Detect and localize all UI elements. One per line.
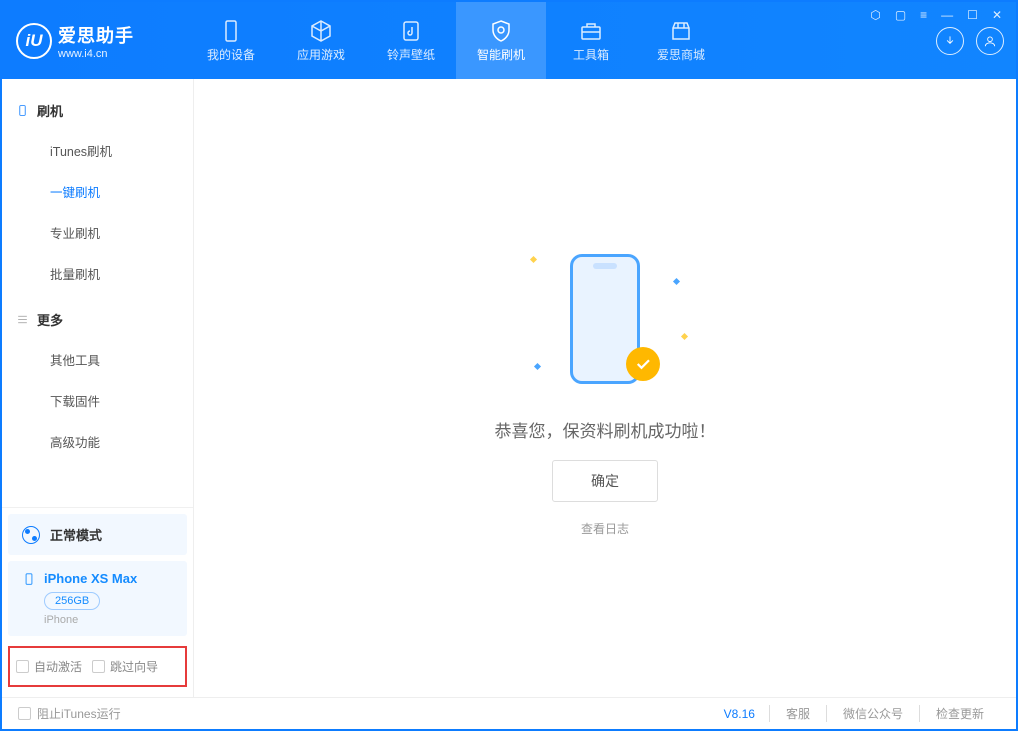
nav-my-device[interactable]: 我的设备 <box>186 2 276 79</box>
square-icon[interactable]: ▢ <box>895 8 906 22</box>
shirt-icon[interactable]: ⬡ <box>870 8 880 22</box>
sidebar-mode[interactable]: 正常模式 <box>8 514 187 555</box>
logo-icon: iU <box>16 23 52 59</box>
nav-ringtone-wallpaper[interactable]: 铃声壁纸 <box>366 2 456 79</box>
list-icon <box>16 313 29 326</box>
cube-icon <box>308 18 334 44</box>
device-capacity: 256GB <box>44 592 100 610</box>
mode-icon <box>22 526 40 544</box>
check-badge-icon <box>626 347 660 381</box>
sidebar: 刷机 iTunes刷机 一键刷机 专业刷机 批量刷机 更多 其他工具 下载固件 … <box>2 79 194 697</box>
shield-icon <box>488 18 514 44</box>
footer-link-wechat[interactable]: 微信公众号 <box>826 705 919 722</box>
device-icon <box>22 572 36 586</box>
success-message: 恭喜您，保资料刷机成功啦！ <box>495 417 716 442</box>
nav-apps-games[interactable]: 应用游戏 <box>276 2 366 79</box>
checkbox-auto-activate[interactable]: 自动激活 <box>16 658 82 675</box>
sidebar-item-advanced[interactable]: 高级功能 <box>2 421 193 462</box>
sidebar-group-more: 更多 其他工具 下载固件 高级功能 <box>2 300 193 462</box>
footer-link-update[interactable]: 检查更新 <box>919 705 1000 722</box>
app-window: ⬡ ▢ ≡ — ☐ ✕ iU 爱思助手 www.i4.cn 我的设备 应用游戏 <box>0 0 1018 731</box>
footer-link-support[interactable]: 客服 <box>769 705 826 722</box>
nav-smart-flash[interactable]: 智能刷机 <box>456 2 546 79</box>
sidebar-device-area: 正常模式 iPhone XS Max 256GB iPhone 自动激活 跳过向… <box>2 507 193 697</box>
window-controls: ⬡ ▢ ≡ — ☐ ✕ <box>870 8 1002 22</box>
user-button[interactable] <box>976 27 1004 55</box>
top-nav: 我的设备 应用游戏 铃声壁纸 智能刷机 工具箱 爱思商城 <box>186 2 726 79</box>
header-right <box>936 27 1004 55</box>
sidebar-item-download-firmware[interactable]: 下载固件 <box>2 380 193 421</box>
sidebar-group-flash: 刷机 iTunes刷机 一键刷机 专业刷机 批量刷机 <box>2 91 193 294</box>
sidebar-item-onekey-flash[interactable]: 一键刷机 <box>2 171 193 212</box>
sidebar-item-other-tools[interactable]: 其他工具 <box>2 339 193 380</box>
confirm-button[interactable]: 确定 <box>552 460 658 502</box>
sidebar-header-flash[interactable]: 刷机 <box>2 91 193 130</box>
store-icon <box>668 18 694 44</box>
music-icon <box>398 18 424 44</box>
main-content: 恭喜您，保资料刷机成功啦！ 确定 查看日志 <box>194 79 1016 697</box>
sidebar-item-pro-flash[interactable]: 专业刷机 <box>2 212 193 253</box>
device-name: iPhone XS Max <box>44 571 137 586</box>
maximize-button[interactable]: ☐ <box>967 8 978 22</box>
device-type: iPhone <box>44 614 173 626</box>
toolbox-icon <box>578 18 604 44</box>
sidebar-device[interactable]: iPhone XS Max 256GB iPhone <box>8 561 187 636</box>
checkbox-skip-guide[interactable]: 跳过向导 <box>92 658 158 675</box>
app-url: www.i4.cn <box>58 48 134 60</box>
version-label: V8.16 <box>724 707 755 721</box>
menu-icon[interactable]: ≡ <box>920 8 927 22</box>
phone-small-icon <box>16 104 29 117</box>
view-log-link[interactable]: 查看日志 <box>581 520 629 537</box>
download-button[interactable] <box>936 27 964 55</box>
logo: iU 爱思助手 www.i4.cn <box>16 22 186 60</box>
header: ⬡ ▢ ≡ — ☐ ✕ iU 爱思助手 www.i4.cn 我的设备 应用游戏 <box>2 2 1016 79</box>
sidebar-checks: 自动激活 跳过向导 <box>8 646 187 687</box>
app-title: 爱思助手 <box>58 22 134 48</box>
nav-toolbox[interactable]: 工具箱 <box>546 2 636 79</box>
minimize-button[interactable]: — <box>941 8 953 22</box>
footer: 阻止iTunes运行 V8.16 客服 微信公众号 检查更新 <box>2 697 1016 729</box>
nav-store[interactable]: 爱思商城 <box>636 2 726 79</box>
body: 刷机 iTunes刷机 一键刷机 专业刷机 批量刷机 更多 其他工具 下载固件 … <box>2 79 1016 697</box>
sidebar-item-batch-flash[interactable]: 批量刷机 <box>2 253 193 294</box>
sidebar-item-itunes-flash[interactable]: iTunes刷机 <box>2 130 193 171</box>
close-button[interactable]: ✕ <box>992 8 1002 22</box>
sidebar-header-more[interactable]: 更多 <box>2 300 193 339</box>
phone-icon <box>218 18 244 44</box>
checkbox-block-itunes[interactable]: 阻止iTunes运行 <box>18 705 121 722</box>
success-illustration <box>505 239 705 399</box>
